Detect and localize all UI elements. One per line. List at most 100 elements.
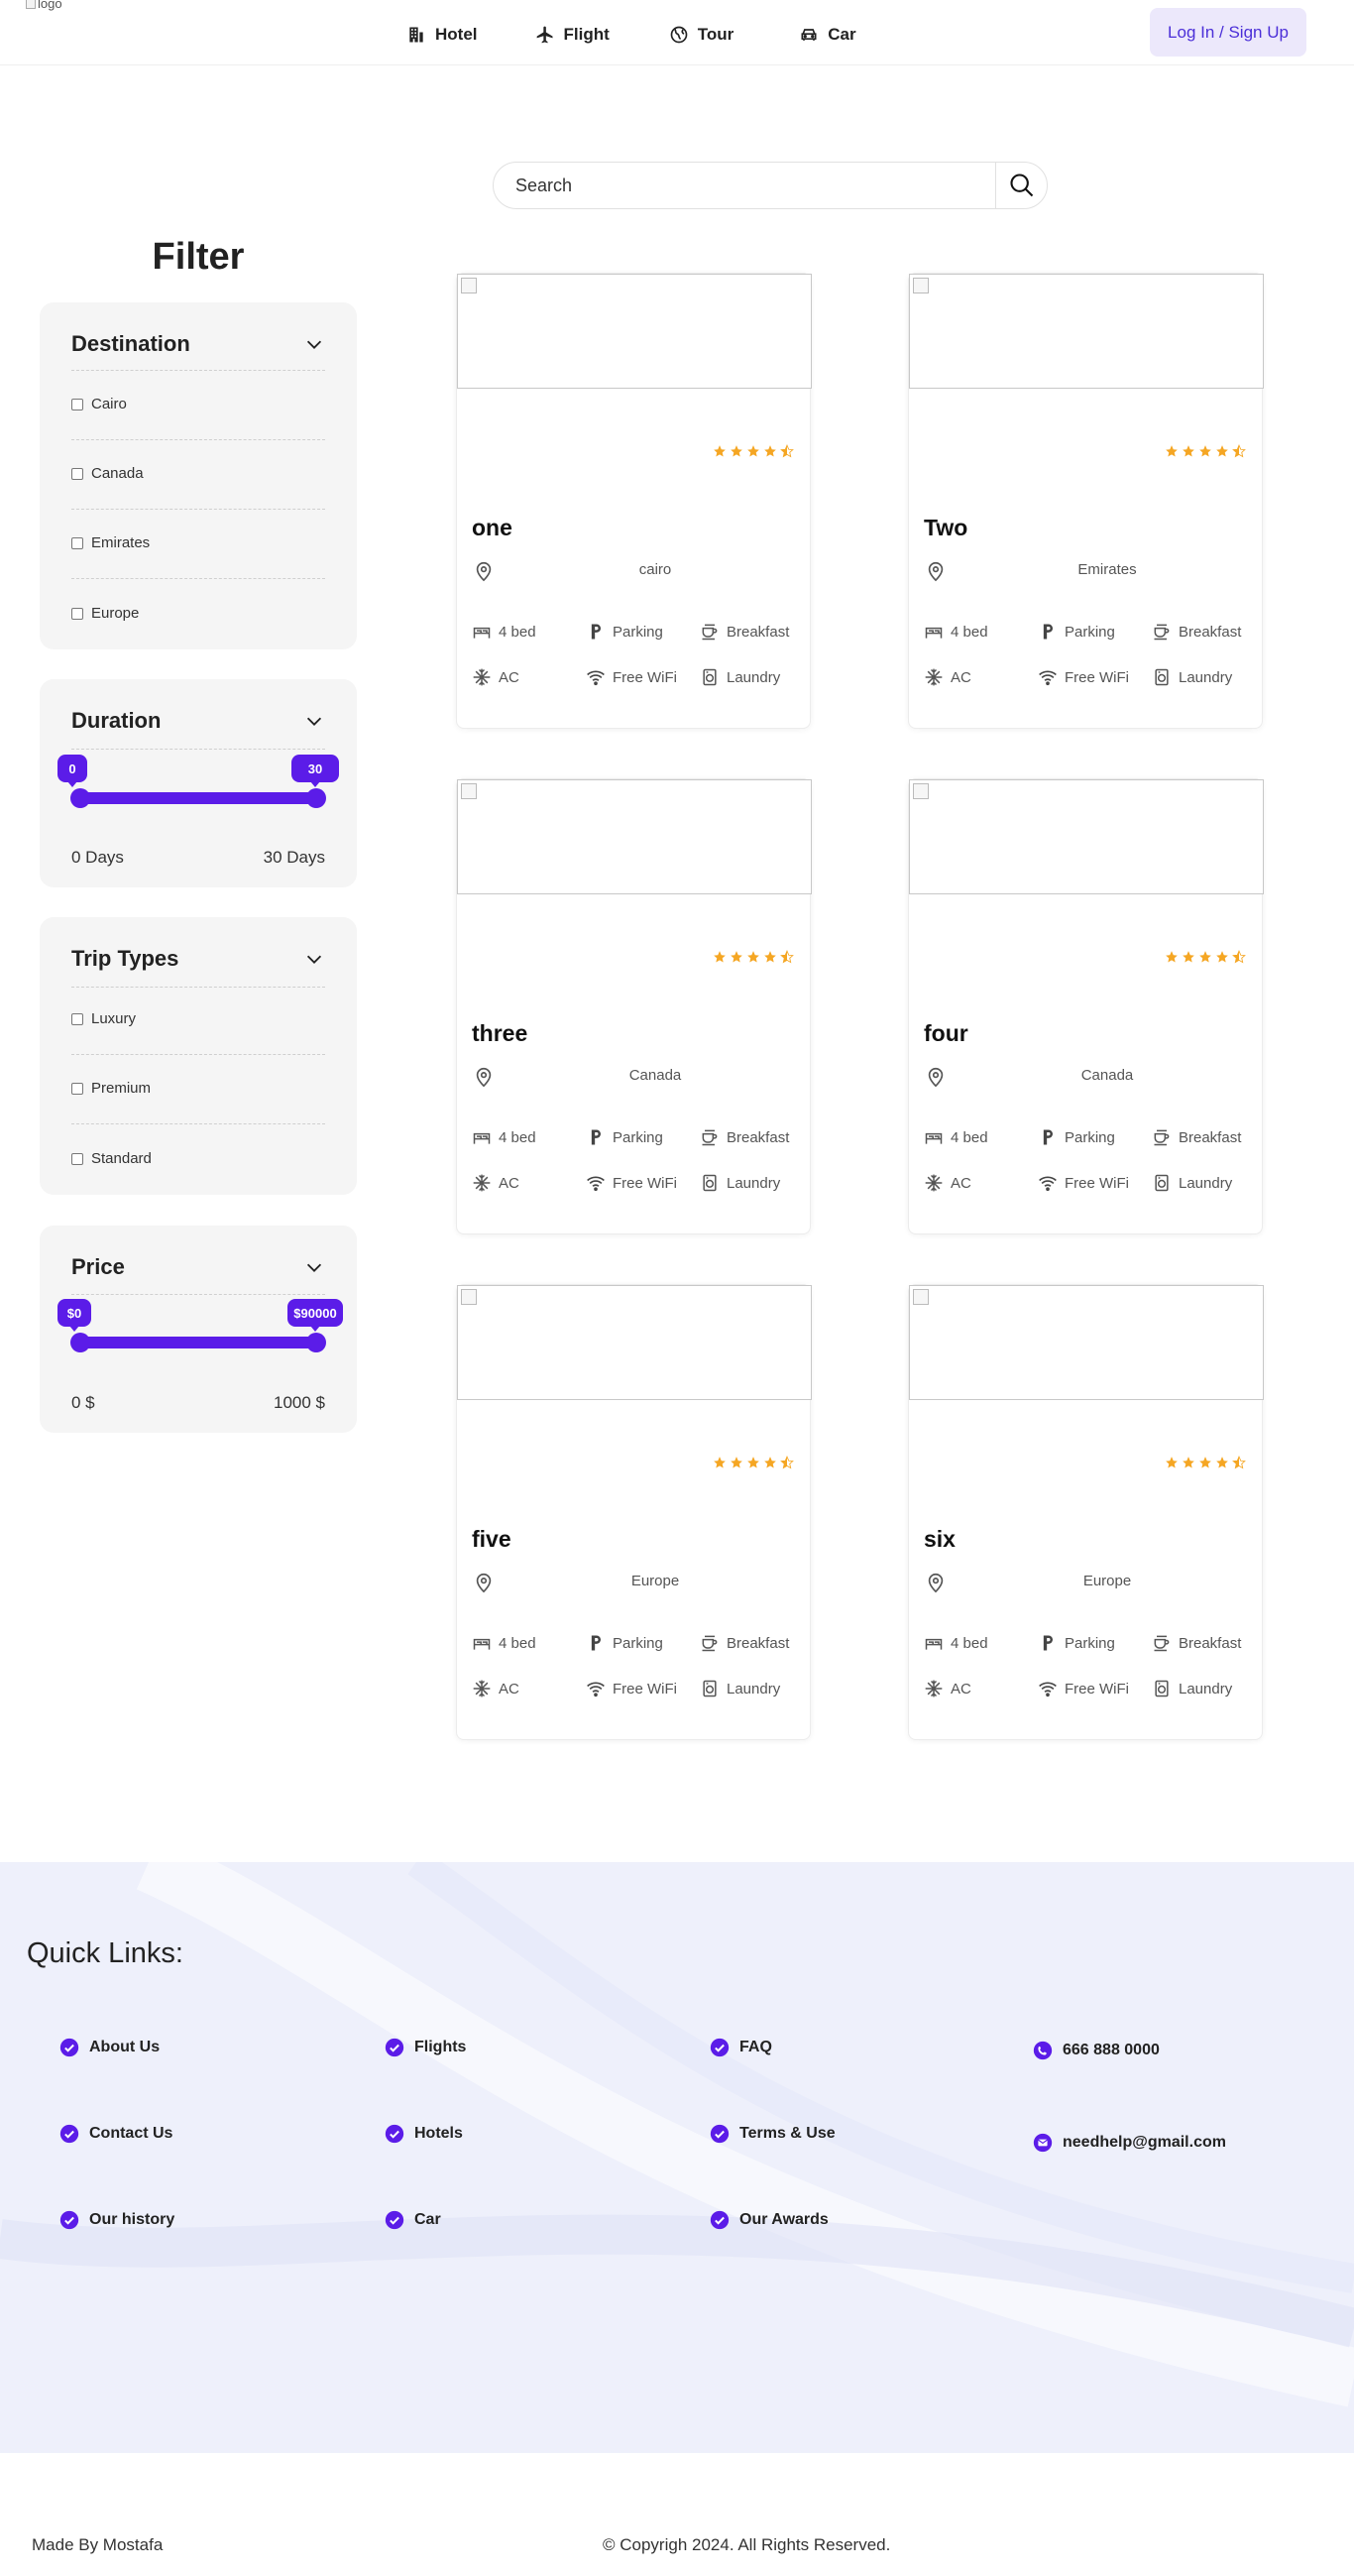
footer-link[interactable]: FAQ xyxy=(710,2038,772,2057)
option-label: Premium xyxy=(91,1080,152,1097)
duration-max-handle[interactable] xyxy=(306,788,326,808)
option-label: Canada xyxy=(91,465,144,482)
amenity-coffee: Breakfast xyxy=(1152,1127,1241,1147)
footer-link[interactable]: About Us xyxy=(59,2038,160,2057)
hotel-name[interactable]: Two xyxy=(924,515,967,541)
price-slider-track[interactable] xyxy=(80,1337,316,1348)
hotel-card[interactable]: Two Emirates 4 bed Parking Breakfast AC Free W… xyxy=(908,273,1264,729)
hotel-name[interactable]: one xyxy=(472,515,512,541)
star-icon xyxy=(763,444,777,458)
footer-link[interactable]: Contact Us xyxy=(59,2124,172,2144)
nav-flight[interactable]: Flight xyxy=(535,18,610,52)
duration-min-handle[interactable] xyxy=(70,788,90,808)
footer-link[interactable]: Flights xyxy=(385,2038,466,2057)
hotel-card[interactable]: three Canada 4 bed Parking Breakfast AC Free W… xyxy=(456,778,812,1234)
footer-link-label: FAQ xyxy=(739,2039,772,2055)
hotel-name[interactable]: five xyxy=(472,1526,511,1553)
nav-flight-label: Flight xyxy=(563,25,610,44)
chevron-down-icon xyxy=(306,340,322,349)
hotel-image[interactable] xyxy=(457,1285,812,1400)
bed-icon xyxy=(924,1633,944,1653)
trip-type-option-standard[interactable]: Standard xyxy=(71,1150,152,1167)
checkbox[interactable] xyxy=(71,1082,83,1095)
hotel-location: cairo xyxy=(638,561,672,578)
amenity-label: 4 bed xyxy=(951,1634,988,1652)
laundry-icon xyxy=(700,1679,720,1698)
footer-email[interactable]: needhelp@gmail.com xyxy=(1033,2133,1226,2153)
footer-link[interactable]: Hotels xyxy=(385,2124,463,2144)
hotel-name[interactable]: four xyxy=(924,1020,968,1047)
footer-link[interactable]: Our Awards xyxy=(710,2210,829,2230)
location-pin-icon xyxy=(928,1573,944,1593)
hotel-card[interactable]: one cairo 4 bed Parking Breakfast AC Free WiFi… xyxy=(456,273,812,729)
nav-car[interactable]: Car xyxy=(799,18,856,52)
price-min-label: 0 $ xyxy=(71,1393,95,1412)
coffee-icon xyxy=(1152,1127,1172,1147)
nav-hotel[interactable]: Hotel xyxy=(406,18,478,52)
nav-hotel-label: Hotel xyxy=(435,25,478,44)
destination-option-canada[interactable]: Canada xyxy=(71,465,144,482)
search-input[interactable] xyxy=(494,163,995,208)
chevron-down-icon xyxy=(306,955,322,964)
footer-link-label: Car xyxy=(414,2211,441,2228)
search-button[interactable] xyxy=(995,163,1047,208)
duration-slider-track[interactable] xyxy=(80,792,316,804)
footer: Quick Links: xyxy=(0,1862,1354,2453)
duration-header[interactable]: Duration xyxy=(71,701,325,741)
footer-phone[interactable]: 666 888 0000 xyxy=(1033,2041,1160,2060)
coffee-icon xyxy=(700,622,720,642)
amenity-label: 4 bed xyxy=(951,1128,988,1146)
hotel-image[interactable] xyxy=(909,779,1264,894)
duration-min-label: 0 Days xyxy=(71,848,124,867)
star-icon xyxy=(763,1456,777,1469)
price-max-handle[interactable] xyxy=(306,1333,326,1352)
destination-header[interactable]: Destination xyxy=(71,324,325,364)
trip-type-option-luxury[interactable]: Luxury xyxy=(71,1010,136,1027)
price-min-handle[interactable] xyxy=(70,1333,90,1352)
check-circle-icon xyxy=(385,2124,404,2144)
bed-icon xyxy=(472,622,492,642)
checkbox[interactable] xyxy=(71,398,83,410)
price-header[interactable]: Price xyxy=(71,1247,325,1287)
footer-link[interactable]: Car xyxy=(385,2210,441,2230)
star-half-icon xyxy=(1232,950,1246,964)
trip-types-header[interactable]: Trip Types xyxy=(71,939,325,979)
star-icon xyxy=(746,950,760,964)
hotel-card[interactable]: five Europe 4 bed Parking Breakfast AC Free Wi… xyxy=(456,1284,812,1740)
logo[interactable]: logo xyxy=(26,0,62,11)
check-circle-icon xyxy=(385,2210,404,2230)
amenity-label: AC xyxy=(499,1174,519,1192)
hotel-card[interactable]: four Canada 4 bed Parking Breakfast AC Free Wi… xyxy=(908,778,1264,1234)
nav-tour[interactable]: Tour xyxy=(669,18,733,52)
hotel-name[interactable]: three xyxy=(472,1020,527,1047)
destination-option-europe[interactable]: Europe xyxy=(71,605,139,622)
footer-link[interactable]: Our history xyxy=(59,2210,174,2230)
footer-link-label: Our history xyxy=(89,2211,175,2228)
trip-type-option-premium[interactable]: Premium xyxy=(71,1080,151,1097)
star-icon xyxy=(1165,444,1179,458)
hotel-image[interactable] xyxy=(457,274,812,389)
bottom-bar xyxy=(0,2453,1354,2576)
hotel-image[interactable] xyxy=(909,274,1264,389)
footer-link[interactable]: Terms & Use xyxy=(710,2124,836,2144)
destination-option-emirates[interactable]: Emirates xyxy=(71,534,150,551)
location-pin-icon xyxy=(476,561,492,582)
hotel-name[interactable]: six xyxy=(924,1526,956,1553)
hotel-image[interactable] xyxy=(909,1285,1264,1400)
checkbox[interactable] xyxy=(71,1152,83,1165)
divider xyxy=(71,987,325,988)
amenity-label: Breakfast xyxy=(1179,1128,1242,1146)
location-pin-icon xyxy=(928,1067,944,1088)
checkbox[interactable] xyxy=(71,467,83,480)
bed-icon xyxy=(472,1633,492,1653)
hotel-location: Europe xyxy=(1082,1573,1132,1589)
checkbox[interactable] xyxy=(71,607,83,620)
hotel-card[interactable]: six Europe 4 bed Parking Breakfast AC Free WiF… xyxy=(908,1284,1264,1740)
destination-option-cairo[interactable]: Cairo xyxy=(71,396,127,412)
login-signup-button[interactable]: Log In / Sign Up xyxy=(1150,8,1306,57)
amenity-laundry: Laundry xyxy=(1152,1679,1232,1698)
checkbox[interactable] xyxy=(71,536,83,549)
checkbox[interactable] xyxy=(71,1012,83,1025)
star-half-icon xyxy=(1232,1456,1246,1469)
hotel-image[interactable] xyxy=(457,779,812,894)
